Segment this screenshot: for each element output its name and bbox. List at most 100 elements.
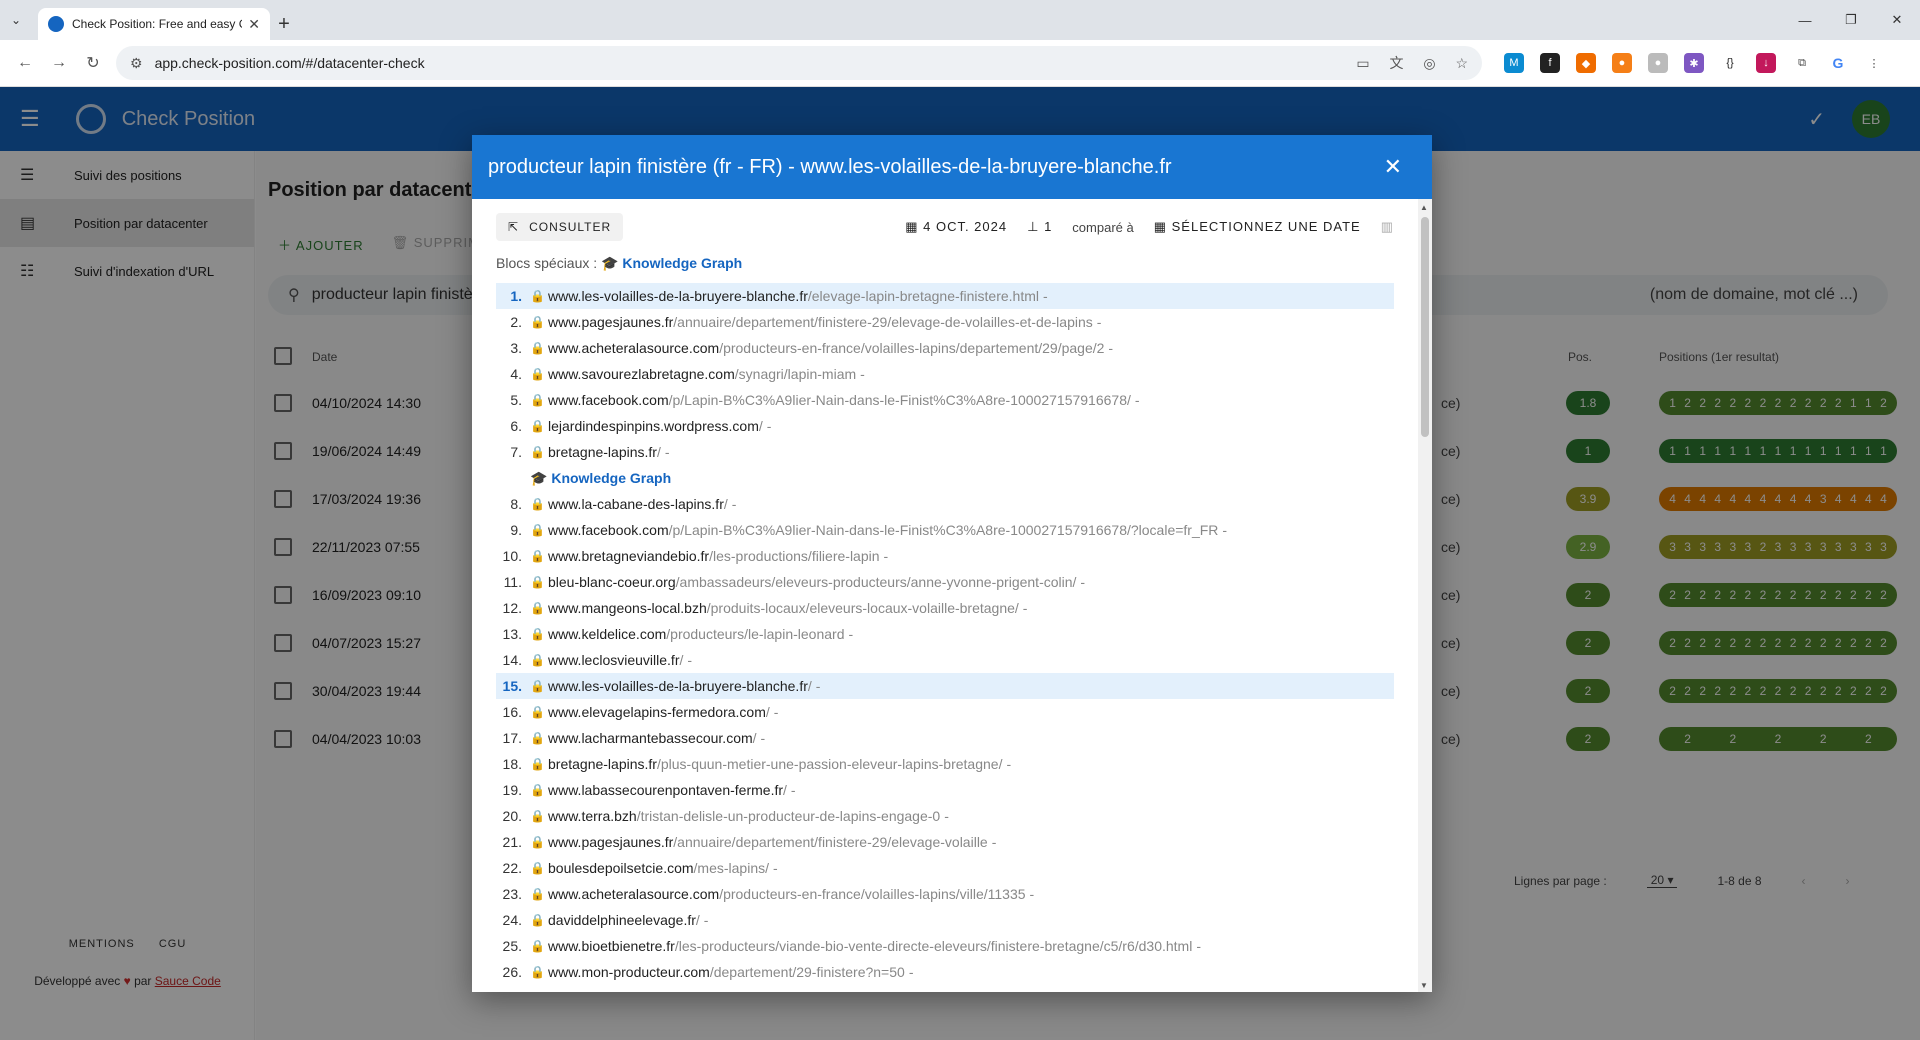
- result-domain[interactable]: www.pagesjaunes.fr: [548, 834, 673, 850]
- result-path[interactable]: /mes-lapins/: [694, 860, 769, 876]
- install-icon[interactable]: ▭: [1356, 55, 1369, 71]
- knowledge-graph-result[interactable]: 🎓 Knowledge Graph: [496, 465, 1394, 491]
- result-path[interactable]: /synagri/lapin-miam: [735, 366, 856, 382]
- result-row[interactable]: 23. 🔒 www.acheteralasource.com/producteurs…: [496, 881, 1394, 907]
- forward-icon[interactable]: →: [42, 46, 76, 80]
- result-domain[interactable]: lejardindespinpins.wordpress.com: [548, 418, 759, 434]
- extension-m-icon[interactable]: M: [1504, 53, 1524, 73]
- result-path[interactable]: /: [759, 418, 763, 434]
- extension-gear-icon[interactable]: ✱: [1684, 53, 1704, 73]
- result-domain[interactable]: bleu-blanc-coeur.org: [548, 574, 676, 590]
- result-path[interactable]: /: [766, 704, 770, 720]
- knowledge-graph-link[interactable]: 🎓 Knowledge Graph: [601, 255, 742, 271]
- result-path[interactable]: /producteurs/le-lapin-leonard: [666, 626, 844, 642]
- result-row[interactable]: 25. 🔒 www.bioetbienetre.fr/les-producteurs…: [496, 933, 1394, 959]
- result-row[interactable]: 6. 🔒 lejardindespinpins.wordpress.com / -: [496, 413, 1394, 439]
- back-icon[interactable]: ←: [8, 46, 42, 80]
- restore-icon[interactable]: ❐: [1828, 0, 1874, 40]
- result-row[interactable]: 4. 🔒 www.savourezlabretagne.com/synagri/la…: [496, 361, 1394, 387]
- result-path[interactable]: /p/Lapin-B%C3%A9lier-Nain-dans-le-Finist…: [669, 522, 1219, 538]
- close-window-icon[interactable]: ✕: [1874, 0, 1920, 40]
- result-path[interactable]: /produits-locaux/eleveurs-locaux-volaill…: [707, 600, 1019, 616]
- result-path[interactable]: /producteurs-en-france/volailles-lapins/…: [719, 886, 1025, 902]
- result-domain[interactable]: www.facebook.com: [548, 392, 669, 408]
- result-row[interactable]: 10. 🔒 www.bretagneviandebio.fr/les-product…: [496, 543, 1394, 569]
- result-path[interactable]: /: [696, 912, 700, 928]
- browser-menu-icon[interactable]: ⋮: [1864, 53, 1884, 73]
- result-path[interactable]: /plus-quun-metier-une-passion-eleveur-la…: [657, 756, 1003, 772]
- result-path[interactable]: /p/Lapin-B%C3%A9lier-Nain-dans-le-Finist…: [669, 392, 1131, 408]
- result-domain[interactable]: www.les-volailles-de-la-bruyere-blanche.…: [548, 288, 808, 304]
- knowledge-graph-link[interactable]: 🎓 Knowledge Graph: [530, 470, 671, 487]
- result-row[interactable]: 14. 🔒 www.leclosvieuville.fr / -: [496, 647, 1394, 673]
- result-domain[interactable]: bretagne-lapins.fr: [548, 444, 657, 460]
- consult-button[interactable]: ⇱ CONSULTER: [496, 213, 624, 241]
- result-row[interactable]: 7. 🔒 bretagne-lapins.fr / -: [496, 439, 1394, 465]
- result-row[interactable]: 21. 🔒 www.pagesjaunes.fr/annuaire/departem…: [496, 829, 1394, 855]
- chart-icon[interactable]: ▥: [1381, 219, 1394, 235]
- result-domain[interactable]: www.acheteralasource.com: [548, 886, 719, 902]
- extension-fx-icon[interactable]: f: [1540, 53, 1560, 73]
- result-row[interactable]: 2. 🔒 www.pagesjaunes.fr/annuaire/departeme…: [496, 309, 1394, 335]
- result-row[interactable]: 9. 🔒 www.facebook.com/p/Lapin-B%C3%A9lier-…: [496, 517, 1394, 543]
- result-row[interactable]: 16. 🔒 www.elevagelapins-fermedora.com / -: [496, 699, 1394, 725]
- result-domain[interactable]: www.acheteralasource.com: [548, 340, 719, 356]
- extension-download-icon[interactable]: ↓: [1756, 53, 1776, 73]
- result-path[interactable]: /: [657, 444, 661, 460]
- result-domain[interactable]: www.pagesjaunes.fr: [548, 314, 673, 330]
- tab-search-icon[interactable]: ⌄: [0, 0, 32, 40]
- result-domain[interactable]: www.bretagneviandebio.fr: [548, 548, 709, 564]
- site-info-icon[interactable]: ⚙: [130, 55, 143, 72]
- result-path[interactable]: /annuaire/departement/finistere-29/eleva…: [673, 834, 987, 850]
- result-row[interactable]: 26. 🔒 www.mon-producteur.com/departement/2…: [496, 959, 1394, 985]
- compare-date-picker[interactable]: ▦ SÉLECTIONNEZ UNE DATE: [1154, 219, 1361, 235]
- eye-off-icon[interactable]: ◎: [1423, 55, 1435, 71]
- bookmark-star-icon[interactable]: ☆: [1455, 55, 1468, 71]
- scroll-up-icon[interactable]: ▲: [1420, 203, 1428, 212]
- result-domain[interactable]: www.mangeons-local.bzh: [548, 600, 707, 616]
- dialog-scrollbar[interactable]: ▲ ▼: [1418, 199, 1432, 992]
- result-path[interactable]: /les-producteurs/viande-bio-vente-direct…: [675, 938, 1192, 954]
- result-row[interactable]: 20. 🔒 www.terra.bzh/tristan-delisle-un-pro…: [496, 803, 1394, 829]
- translate-icon[interactable]: 文: [1389, 55, 1403, 71]
- extension-grey-icon[interactable]: ●: [1648, 53, 1668, 73]
- close-tab-icon[interactable]: ✕: [248, 16, 260, 33]
- close-icon[interactable]: ✕: [1384, 154, 1402, 180]
- result-domain[interactable]: www.leclosvieuville.fr: [548, 652, 679, 668]
- result-path[interactable]: /les-productions/filiere-lapin: [709, 548, 879, 564]
- result-domain[interactable]: www.facebook.com: [548, 522, 669, 538]
- result-path[interactable]: /: [753, 730, 757, 746]
- result-domain[interactable]: www.lacharmantebassecour.com: [548, 730, 753, 746]
- result-row[interactable]: 11. 🔒 bleu-blanc-coeur.org/ambassadeurs/el…: [496, 569, 1394, 595]
- result-domain[interactable]: www.les-volailles-de-la-bruyere-blanche.…: [548, 678, 808, 694]
- date-picker[interactable]: ▦ 4 OCT. 2024: [905, 219, 1007, 235]
- result-row[interactable]: 24. 🔒 daviddelphineelevage.fr / -: [496, 907, 1394, 933]
- result-row[interactable]: 8. 🔒 www.la-cabane-des-lapins.fr / -: [496, 491, 1394, 517]
- result-path[interactable]: /departement/29-finistere?n=50: [710, 964, 905, 980]
- extension-cookie-icon[interactable]: ●: [1612, 53, 1632, 73]
- result-row[interactable]: 22. 🔒 boulesdepoilsetcie.com/mes-lapins/-: [496, 855, 1394, 881]
- result-domain[interactable]: www.elevagelapins-fermedora.com: [548, 704, 766, 720]
- extension-code-icon[interactable]: {}: [1720, 53, 1740, 73]
- result-row[interactable]: 12. 🔒 www.mangeons-local.bzh/produits-loca…: [496, 595, 1394, 621]
- result-row[interactable]: 19. 🔒 www.labassecourenpontaven-ferme.fr / -: [496, 777, 1394, 803]
- result-domain[interactable]: www.keldelice.com: [548, 626, 666, 642]
- result-row[interactable]: 18. 🔒 bretagne-lapins.fr/plus-quun-metier-…: [496, 751, 1394, 777]
- result-domain[interactable]: daviddelphineelevage.fr: [548, 912, 696, 928]
- scroll-down-icon[interactable]: ▼: [1420, 981, 1428, 990]
- scroll-thumb[interactable]: [1421, 217, 1429, 437]
- result-path[interactable]: /ambassadeurs/eleveurs-producteurs/anne-…: [676, 574, 1077, 590]
- result-domain[interactable]: www.terra.bzh: [548, 808, 637, 824]
- result-domain[interactable]: www.savourezlabretagne.com: [548, 366, 735, 382]
- result-domain[interactable]: www.bioetbienetre.fr: [548, 938, 675, 954]
- result-path[interactable]: /annuaire/departement/finistere-29/eleva…: [673, 314, 1092, 330]
- minimize-icon[interactable]: —: [1782, 0, 1828, 40]
- result-path[interactable]: /producteurs-en-france/volailles-lapins/…: [719, 340, 1104, 356]
- result-row[interactable]: 3. 🔒 www.acheteralasource.com/producteurs-…: [496, 335, 1394, 361]
- result-path[interactable]: /: [724, 496, 728, 512]
- extension-fox-icon[interactable]: ◆: [1576, 53, 1596, 73]
- result-domain[interactable]: boulesdepoilsetcie.com: [548, 860, 694, 876]
- browser-tab[interactable]: Check Position: Free and easy G ✕: [38, 8, 270, 40]
- result-row[interactable]: 1. 🔒 www.les-volailles-de-la-bruyere-blanc…: [496, 283, 1394, 309]
- result-row[interactable]: 13. 🔒 www.keldelice.com/producteurs/le-lap…: [496, 621, 1394, 647]
